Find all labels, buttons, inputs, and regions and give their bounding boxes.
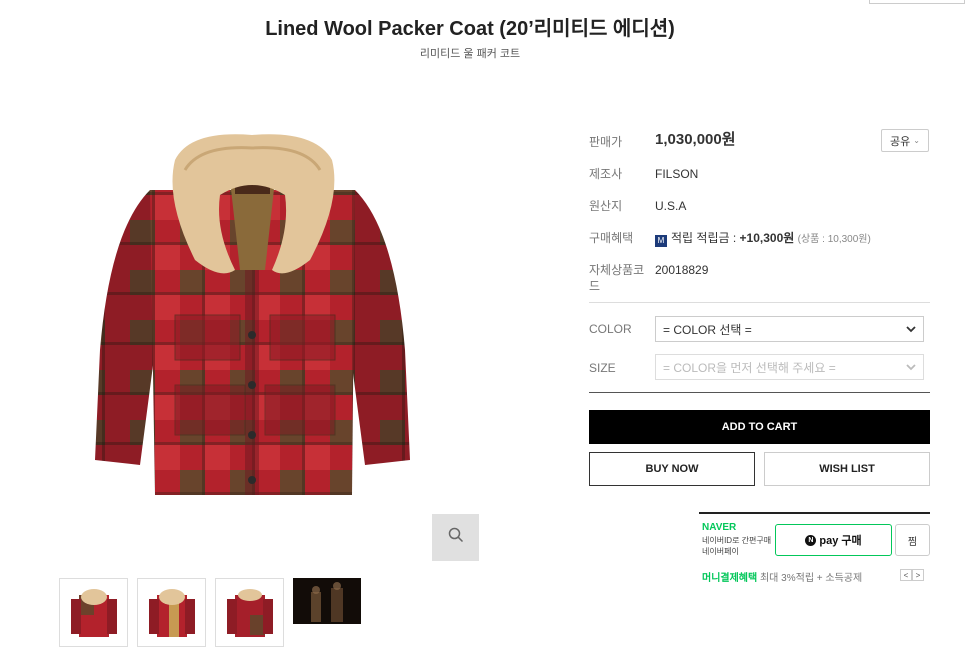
naver-pay-button[interactable]: N pay 구매 [775,524,892,556]
naver-desc-line1: 네이버ID로 간편구매 [702,536,772,545]
price-label: 판매가 [589,135,623,149]
benefit-amount: +10,300원 [739,231,795,245]
color-option-label: COLOR [589,322,632,336]
money-benefit-text: 최대 3%적립 + 소득공제 [759,573,863,584]
naver-description: 네이버ID로 간편구매 네이버페이 [702,535,771,557]
code-label: 자체상품코드 [589,263,645,293]
code-row: 자체상품코드 20018829 [589,262,708,294]
top-bordered-box [869,0,965,4]
buy-now-button[interactable]: BUY NOW [589,452,755,486]
origin-value: U.S.A [655,199,687,213]
chevron-left-icon[interactable]: < [900,569,912,581]
chevron-down-icon [905,361,917,373]
zoom-button[interactable] [432,514,479,561]
chevron-down-icon: ⌄ [913,136,920,145]
size-select-value: = COLOR을 먼저 선택해 주세요 = [663,360,836,375]
thumbnail-back[interactable] [215,578,284,647]
naver-desc-line2: 네이버페이 [702,547,739,556]
product-subtitle: 리미티드 울 패커 코트 [419,48,521,60]
money-benefit-pager: < > [900,569,924,581]
benefit-label: 구매혜택 [589,231,634,245]
naver-logo: NAVER [702,522,737,533]
share-label: 공유 [890,135,911,148]
money-benefit-title: 머니결제혜택 [702,573,758,584]
npay-logo-icon: N [805,534,817,546]
origin-label: 원산지 [589,199,623,213]
color-select-value: = COLOR 선택 = [663,322,752,337]
maker-label: 제조사 [589,167,623,181]
size-option-label: SIZE [589,361,616,375]
thumbnail-front[interactable] [59,578,128,647]
benefit-row: 구매혜택 MM적립 적립금 : +10,300원 (상품 : 10,300원) [589,230,930,248]
chevron-right-icon[interactable]: > [912,569,924,581]
product-title: Lined Wool Packer Coat (20’리미티드 에디션) [265,18,675,40]
thumbnail-list [59,578,361,647]
color-select[interactable]: = COLOR 선택 = [655,316,924,342]
chevron-down-icon [905,323,917,335]
benefit-text: 적립 적립금 : [671,231,737,245]
price-row: 판매가 1,030,000원 [589,131,736,150]
code-value: 20018829 [655,263,709,277]
maker-row: 제조사 FILSON [589,166,698,182]
size-select[interactable]: = COLOR을 먼저 선택해 주세요 = [655,354,924,380]
share-button[interactable]: 공유 ⌄ [881,129,929,152]
thumbnail-open[interactable] [137,578,206,647]
maker-value: FILSON [655,167,699,181]
origin-row: 원산지 U.S.A [589,198,686,214]
naver-jjim-button[interactable]: 찜 [895,524,930,556]
naver-money-benefit: 머니결제혜택 최대 3%적립 + 소득공제 [702,569,862,584]
product-main-image [80,120,425,510]
divider [589,302,930,303]
thumbnail-lifestyle[interactable] [293,578,361,624]
benefit-value: MM적립 적립금 : +10,300원 (상품 : 10,300원) [655,230,871,248]
divider-dark [589,392,930,393]
wish-list-button[interactable]: WISH LIST [764,452,930,486]
add-to-cart-button[interactable]: ADD TO CART [589,410,930,444]
search-icon [448,527,464,548]
naver-pay-box: NAVER 네이버ID로 간편구매 네이버페이 N pay 구매 찜 [699,512,930,564]
naver-pay-label: pay 구매 [819,535,862,547]
mileage-badge-icon: M [655,235,667,247]
price-value: 1,030,000원 [655,131,736,148]
benefit-detail: (상품 : 10,300원) [797,234,871,245]
